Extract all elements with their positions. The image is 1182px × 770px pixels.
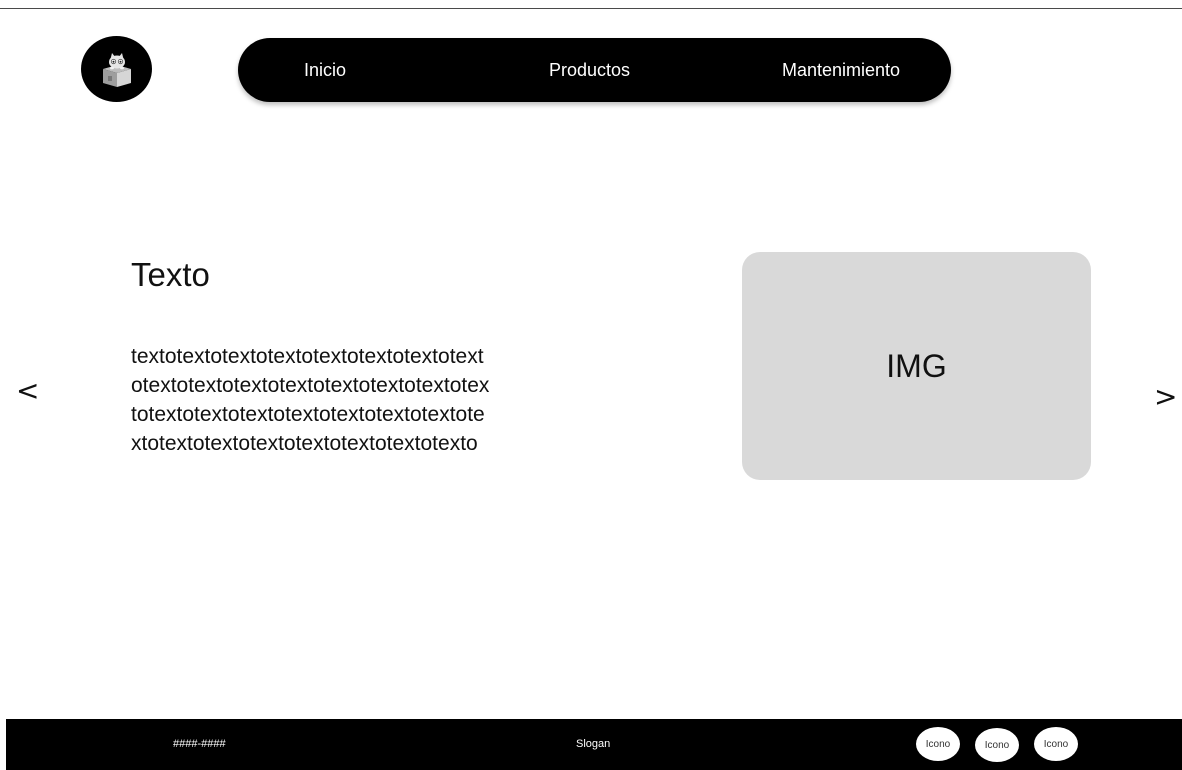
footer-phone: ####-#### <box>173 738 226 750</box>
footer: ####-#### Slogan Icono Icono Icono <box>6 719 1182 770</box>
nav-item-productos[interactable]: Productos <box>549 38 630 102</box>
logo[interactable] <box>81 36 152 102</box>
slide-body-line: textotextotextotextotextotextotextotext <box>131 345 484 368</box>
social-icon-2[interactable]: Icono <box>975 728 1019 762</box>
slide-body-line: otextotextotextotextotextotextotextotex <box>131 374 490 397</box>
top-divider <box>0 8 1182 9</box>
slide-body-line: totextotextotextotextotextotextotextote <box>131 403 485 426</box>
social-icon-3[interactable]: Icono <box>1034 727 1078 761</box>
cat-in-box-logo-icon <box>102 53 131 87</box>
slide-body: textotextotextotextotextotextotextotext … <box>131 342 651 458</box>
slide-image-placeholder: IMG <box>742 252 1091 480</box>
slide-body-line: xtotextotextotextotextotextotextotexto <box>131 432 478 455</box>
slide-title: Texto <box>131 256 210 293</box>
nav-item-mantenimiento[interactable]: Mantenimiento <box>782 38 900 102</box>
nav-item-inicio[interactable]: Inicio <box>304 38 346 102</box>
carousel-next-button[interactable]: > <box>1154 383 1177 411</box>
carousel-prev-button[interactable]: < <box>16 377 39 405</box>
image-placeholder-label: IMG <box>886 347 947 384</box>
social-icon-1[interactable]: Icono <box>916 727 960 761</box>
footer-slogan: Slogan <box>576 738 611 750</box>
main-navbar: Inicio Productos Mantenimiento <box>238 38 951 102</box>
